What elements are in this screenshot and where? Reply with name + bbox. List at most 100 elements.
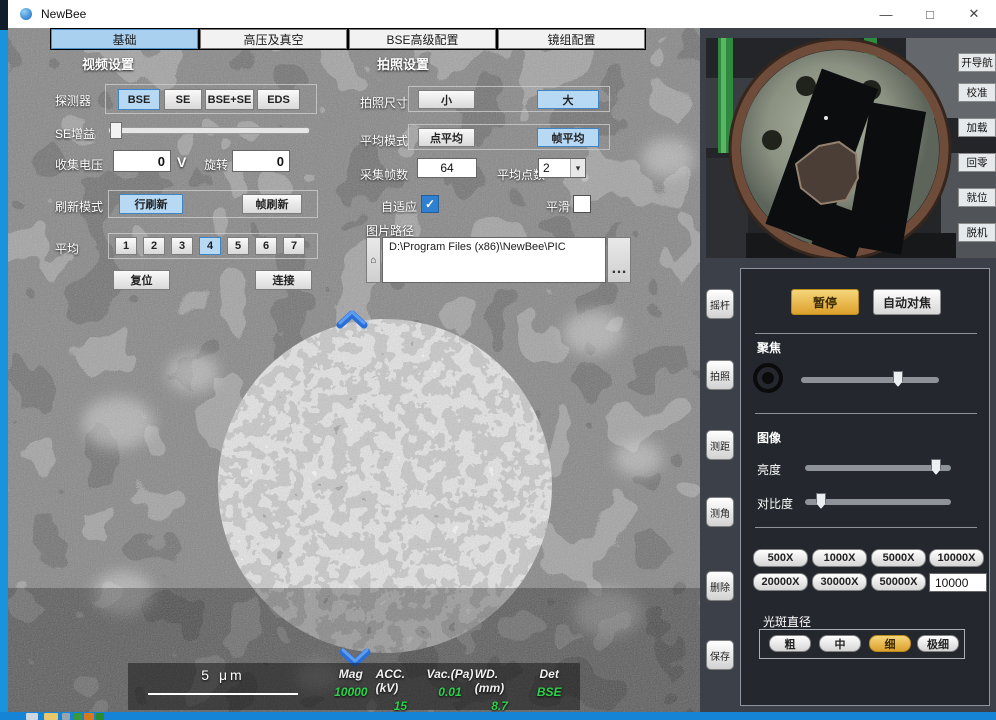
collect-voltage-input[interactable]	[113, 150, 171, 172]
brightness-slider[interactable]	[805, 465, 951, 471]
tab-lens-config[interactable]: 镜组配置	[498, 29, 645, 49]
chamber-camera-image	[706, 38, 996, 258]
tab-basic[interactable]: 基础	[51, 29, 198, 49]
reset-button[interactable]: 复位	[113, 270, 170, 290]
taskbar-icon[interactable]	[44, 713, 58, 720]
divider	[755, 527, 977, 528]
point-average-button[interactable]: 点平均	[418, 128, 475, 147]
mag-1000x-button[interactable]: 1000X	[812, 549, 867, 567]
path-field[interactable]: D:\Program Files (x86)\NewBee\PIC	[382, 237, 606, 283]
measure-distance-button[interactable]: 测距	[706, 430, 734, 460]
size-small-button[interactable]: 小	[418, 90, 475, 109]
taskbar-icon[interactable]	[74, 713, 82, 720]
video-settings-title: 视频设置	[82, 54, 134, 73]
background-window-strip	[0, 0, 8, 712]
calibrate-button[interactable]: 校准	[958, 83, 996, 102]
spot-fine-button[interactable]: 细	[869, 635, 911, 652]
tab-hv-vacuum[interactable]: 高压及真空	[200, 29, 347, 49]
frame-average-button[interactable]: 帧平均	[537, 128, 599, 147]
mag-500x-button[interactable]: 500X	[753, 549, 808, 567]
maximize-button[interactable]: □	[908, 0, 952, 28]
mag-5000x-button[interactable]: 5000X	[871, 549, 926, 567]
spot-diameter-label: 光斑直径	[763, 613, 811, 630]
load-button[interactable]: 加载	[958, 118, 996, 137]
close-button[interactable]: ✕	[952, 0, 996, 28]
status-value-mag: 10000	[334, 685, 367, 699]
mag-50000x-button[interactable]: 50000X	[871, 573, 926, 591]
tab-bse-advanced[interactable]: BSE高级配置	[349, 29, 496, 49]
average-6-button[interactable]: 6	[255, 237, 277, 255]
joystick-button[interactable]: 摇杆	[706, 289, 734, 319]
se-gain-slider[interactable]	[108, 127, 310, 134]
contrast-slider[interactable]	[805, 499, 951, 505]
titlebar: NewBee — □ ✕	[8, 0, 996, 28]
mag-30000x-button[interactable]: 30000X	[812, 573, 867, 591]
windows-taskbar[interactable]	[0, 712, 996, 720]
browse-button[interactable]: …	[607, 237, 631, 283]
status-header-wd: WD.(mm)	[475, 667, 525, 695]
mag-20000x-button[interactable]: 20000X	[753, 573, 808, 591]
average-5-button[interactable]: 5	[227, 237, 249, 255]
detector-bse-button[interactable]: BSE	[118, 89, 160, 110]
mag-10000x-button[interactable]: 10000X	[929, 549, 984, 567]
status-value-vac: 0.01	[438, 685, 461, 699]
contrast-slider-thumb[interactable]	[816, 493, 826, 509]
offline-button[interactable]: 脱机	[958, 223, 996, 242]
sem-live-view[interactable]: 基础 高压及真空 BSE高级配置 镜组配置 视频设置 探测器 BSE SE BS…	[8, 28, 700, 712]
screen: NewBee — □ ✕	[0, 0, 996, 720]
mag-input[interactable]	[929, 573, 987, 592]
scale-bar-line	[148, 693, 298, 695]
taskbar-icon[interactable]	[26, 713, 38, 720]
average-3-button[interactable]: 3	[171, 237, 193, 255]
taskbar-icon[interactable]	[96, 713, 104, 720]
collect-voltage-label: 收集电压	[55, 156, 103, 173]
background-strip-top	[0, 0, 8, 30]
spot-coarse-button[interactable]: 粗	[769, 635, 811, 652]
average-4-button[interactable]: 4	[199, 237, 221, 255]
detector-bse-se-button[interactable]: BSE+SE	[205, 89, 254, 110]
pause-button[interactable]: 暂停	[791, 289, 859, 315]
path-tool-button[interactable]: ⌂	[366, 237, 381, 283]
average-1-button[interactable]: 1	[115, 237, 137, 255]
scale-bar-label: 5 μm	[158, 667, 288, 683]
photo-settings-title: 拍照设置	[377, 54, 429, 73]
frames-input[interactable]	[417, 158, 477, 178]
brightness-label: 亮度	[757, 461, 781, 478]
focus-slider-thumb[interactable]	[893, 371, 903, 387]
image-section-label: 图像	[757, 429, 781, 446]
se-gain-slider-thumb[interactable]	[110, 122, 122, 139]
avg-points-value: 2	[539, 159, 570, 177]
connect-button[interactable]: 连接	[255, 270, 312, 290]
spot-extra-fine-button[interactable]: 极细	[917, 635, 959, 652]
taskbar-icon[interactable]	[62, 713, 70, 720]
save-button[interactable]: 保存	[706, 640, 734, 670]
brightness-slider-thumb[interactable]	[931, 459, 941, 475]
rotate-label: 旋转	[204, 156, 228, 173]
taskbar-icon[interactable]	[84, 713, 94, 720]
delete-button[interactable]: 删除	[706, 571, 734, 601]
adaptive-checkbox[interactable]: ✓	[421, 195, 439, 213]
focus-label: 聚焦	[757, 339, 781, 356]
focus-target-icon[interactable]	[753, 363, 783, 393]
detector-eds-button[interactable]: EDS	[257, 89, 300, 110]
avg-points-select[interactable]: 2 ▾	[538, 158, 586, 178]
rotate-input[interactable]	[232, 150, 290, 172]
settings-tabbar: 基础 高压及真空 BSE高级配置 镜组配置	[50, 28, 646, 50]
focus-slider[interactable]	[801, 377, 939, 383]
open-navigation-button[interactable]: 开导航	[958, 53, 996, 72]
autofocus-button[interactable]: 自动对焦	[873, 289, 941, 315]
detector-se-button[interactable]: SE	[164, 89, 202, 110]
in-position-button[interactable]: 就位	[958, 188, 996, 207]
refresh-frame-button[interactable]: 帧刷新	[242, 194, 302, 214]
measure-angle-button[interactable]: 测角	[706, 497, 734, 527]
pan-up-arrow[interactable]	[336, 309, 368, 329]
return-zero-button[interactable]: 回零	[958, 153, 996, 172]
size-large-button[interactable]: 大	[537, 90, 599, 109]
average-7-button[interactable]: 7	[283, 237, 305, 255]
average-2-button[interactable]: 2	[143, 237, 165, 255]
smooth-checkbox[interactable]	[573, 195, 591, 213]
capture-button[interactable]: 拍照	[706, 360, 734, 390]
minimize-button[interactable]: —	[864, 0, 908, 28]
refresh-row-button[interactable]: 行刷新	[119, 194, 183, 214]
spot-medium-button[interactable]: 中	[819, 635, 861, 652]
